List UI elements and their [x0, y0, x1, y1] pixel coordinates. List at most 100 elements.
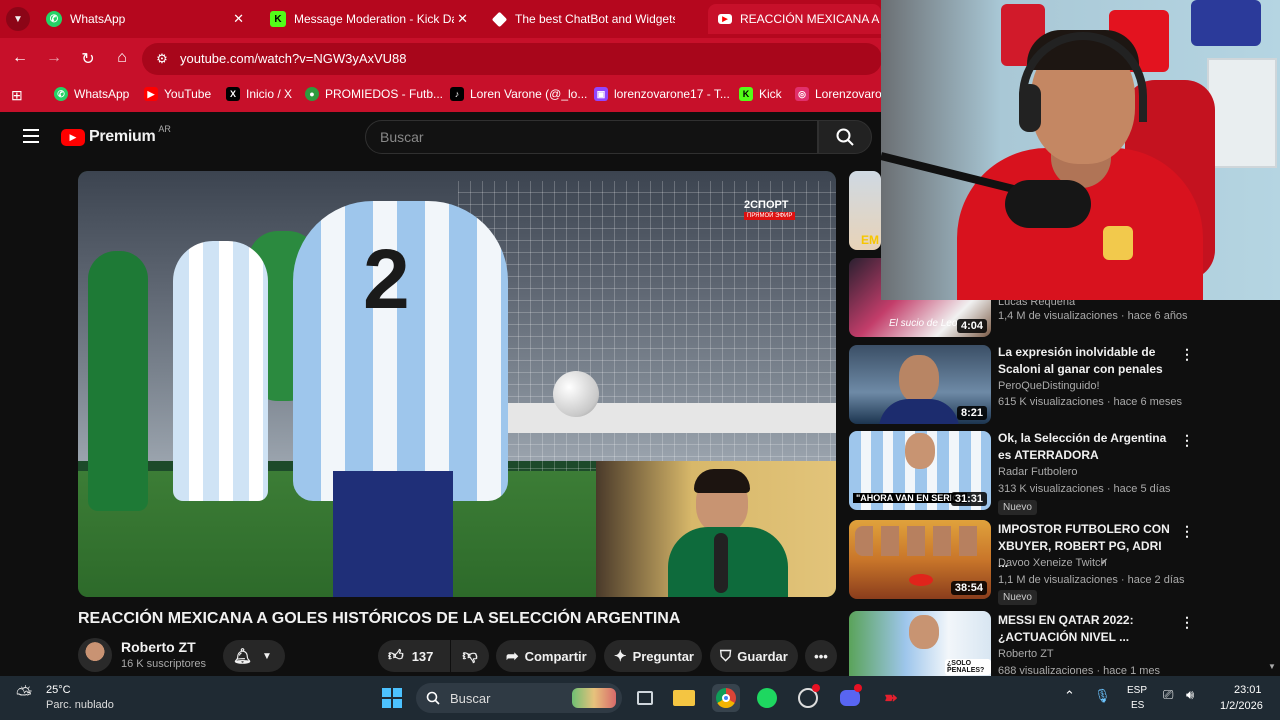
- reload-icon[interactable]: ↻: [78, 49, 98, 69]
- more-vertical-icon[interactable]: ⋮: [1180, 346, 1194, 363]
- tab-search-button[interactable]: ▼: [6, 7, 30, 31]
- windows-start-icon[interactable]: [378, 684, 406, 712]
- bookmark-instagram[interactable]: ◎ Lorenzovaron: [795, 87, 888, 101]
- bookmark-twitch[interactable]: ▣ lorenzovarone17 - T...: [594, 87, 730, 101]
- search-input[interactable]: Buscar: [365, 120, 818, 154]
- more-vertical-icon[interactable]: ⋮: [1180, 614, 1194, 631]
- task-view-icon[interactable]: [631, 684, 659, 712]
- sidebar-thumbnail[interactable]: EM: [849, 171, 881, 250]
- save-button[interactable]: ⛉ Guardar: [710, 640, 798, 672]
- like-count: 137: [411, 648, 434, 664]
- bookmark-youtube[interactable]: ▶ YouTube: [144, 87, 211, 101]
- search-button[interactable]: [818, 120, 872, 154]
- tab-youtube-active[interactable]: ▶ REACCIÓN MEXICANA A GO: [708, 4, 881, 34]
- microphone-icon[interactable]: 🎙︎: [1094, 688, 1111, 704]
- notifications-button[interactable]: 🔔︎ ▼: [223, 640, 285, 672]
- sidebar-channel: Davoo Xeneize Twitch: [998, 557, 1107, 569]
- volume-icon[interactable]: 🔊︎: [1186, 687, 1194, 703]
- share-button[interactable]: ➦ Compartir: [496, 640, 596, 672]
- sidebar-thumbnail[interactable]: 38:54: [849, 520, 991, 599]
- youtube-premium-logo[interactable]: ▶ Premium AR: [61, 124, 171, 146]
- instagram-icon: ◎: [795, 87, 809, 101]
- video-title: REACCIÓN MEXICANA A GOLES HISTÓRICOS DE …: [78, 610, 681, 627]
- like-button[interactable]: 👍︎ 137: [378, 640, 450, 672]
- live-label: ПРЯМОЙ ЭФИР: [744, 212, 796, 220]
- close-icon[interactable]: ✕: [233, 11, 244, 27]
- back-arrow-icon[interactable]: ←: [10, 49, 30, 67]
- file-explorer-icon[interactable]: [670, 684, 698, 712]
- ask-button[interactable]: ✦ Preguntar: [604, 640, 702, 672]
- tab-chatbot[interactable]: The best ChatBot and Widgets: [484, 4, 702, 34]
- player-argentina-small: [173, 241, 268, 501]
- video-player[interactable]: 2 2СПОРТ ПРЯМОЙ ЭФИР: [78, 171, 836, 597]
- bookmark-x[interactable]: X Inicio / X: [226, 87, 292, 101]
- more-vertical-icon[interactable]: ⋮: [1180, 523, 1194, 540]
- tab-label: The best ChatBot and Widgets: [515, 12, 675, 26]
- bookmark-label: PROMIEDOS - Futb...: [325, 87, 444, 101]
- thumbnail-person: [909, 615, 939, 649]
- facecam-person-hair: [694, 469, 750, 493]
- chrome-icon[interactable]: [712, 684, 740, 712]
- bookmark-label: YouTube: [164, 87, 212, 101]
- tab-kick[interactable]: K Message Moderation - Kick Da ✕: [260, 4, 478, 34]
- bookmark-label: Loren Varone (@_lo...: [470, 87, 588, 101]
- thumbnail-text: "AHORA VAN EN SERIO": [853, 493, 967, 503]
- sidebar-thumbnail[interactable]: 8:21: [849, 345, 991, 424]
- search-icon: [426, 691, 440, 705]
- network-icon[interactable]: ⎚: [1163, 687, 1173, 703]
- new-badge: Nuevo: [998, 590, 1037, 605]
- sidebar-thumbnail[interactable]: ¿SOLO PENALES?: [849, 611, 991, 676]
- sidebar-title[interactable]: Ok, la Selección de Argentina es ATERRAD…: [998, 430, 1173, 464]
- channel-name[interactable]: Roberto ZT: [121, 639, 196, 655]
- scrollbar-down-arrow[interactable]: ▼: [1268, 662, 1276, 671]
- broadcast-logo: 2СПОРТ ПРЯМОЙ ЭФИР: [744, 199, 796, 220]
- thumbnail-person: [905, 433, 935, 469]
- dislike-button[interactable]: 👎︎: [451, 640, 489, 672]
- clock-time[interactable]: 23:01: [1234, 684, 1262, 696]
- more-actions-button[interactable]: •••: [805, 640, 837, 672]
- bookmark-promiedos[interactable]: ● PROMIEDOS - Futb...: [305, 87, 443, 101]
- verified-icon: ✔: [1100, 557, 1109, 568]
- streaming-app-icon[interactable]: ➽: [877, 684, 905, 712]
- video-duration: 8:21: [956, 406, 987, 420]
- weather-widget[interactable]: ⛅︎ 25°C Parc. nublado: [16, 682, 126, 714]
- sidebar-title[interactable]: La expresión inolvidable de Scaloni al g…: [998, 344, 1173, 378]
- discord-icon[interactable]: [836, 684, 864, 712]
- bookmark-label: Lorenzovaron: [815, 87, 889, 101]
- sidebar-channel: Roberto ZT: [998, 648, 1054, 660]
- clock-date[interactable]: 1/2/2026: [1220, 700, 1263, 712]
- more-vertical-icon[interactable]: ⋮: [1180, 432, 1194, 449]
- sidebar-thumbnail[interactable]: "AHORA VAN EN SERIO" 31:31: [849, 431, 991, 510]
- chevron-up-icon[interactable]: ⌃: [1064, 688, 1075, 704]
- tab-whatsapp[interactable]: ✆ WhatsApp ✕: [36, 4, 254, 34]
- forward-arrow-icon[interactable]: →: [44, 49, 64, 67]
- thumbs-up-icon: 👍︎: [388, 647, 404, 664]
- bookmark-tiktok[interactable]: ♪ Loren Varone (@_lo...: [450, 87, 587, 101]
- thumbnail-people: [855, 526, 985, 556]
- goal-net: [458, 181, 836, 481]
- language-indicator[interactable]: ESP: [1127, 685, 1147, 696]
- jersey-number: 2: [363, 232, 410, 326]
- video-duration: 31:31: [950, 492, 987, 506]
- cloud-sun-icon: ⛅︎: [16, 684, 32, 706]
- site-info-icon[interactable]: ⚙: [152, 51, 172, 67]
- search-highlight-icon: [572, 688, 616, 708]
- apps-grid-icon[interactable]: ⊞: [11, 87, 23, 104]
- spotify-icon[interactable]: [753, 684, 781, 712]
- bookmark-whatsapp[interactable]: ✆ WhatsApp: [54, 87, 129, 101]
- menu-icon[interactable]: [23, 129, 39, 143]
- bell-icon: 🔔︎: [233, 648, 253, 665]
- share-arrow-icon: ➦: [506, 648, 519, 665]
- whatsapp-icon: ✆: [46, 11, 62, 27]
- channel-avatar[interactable]: [78, 638, 112, 672]
- sidebar-meta: 615 K visualizaciones · hace 6 meses: [998, 396, 1183, 408]
- benfica-badge: [1103, 226, 1133, 260]
- taskbar-search[interactable]: Buscar: [416, 683, 622, 713]
- sidebar-title[interactable]: MESSI EN QATAR 2022: ¿ACTUACIÓN NIVEL ..…: [998, 612, 1173, 646]
- bookmark-label: Kick: [759, 87, 782, 101]
- bookmark-kick[interactable]: K Kick: [739, 87, 782, 101]
- close-icon[interactable]: ✕: [457, 11, 468, 27]
- home-icon[interactable]: ⌂: [112, 49, 132, 67]
- obs-icon[interactable]: [794, 684, 822, 712]
- sidebar-meta: 1,4 M de visualizaciones · hace 6 años: [998, 310, 1188, 322]
